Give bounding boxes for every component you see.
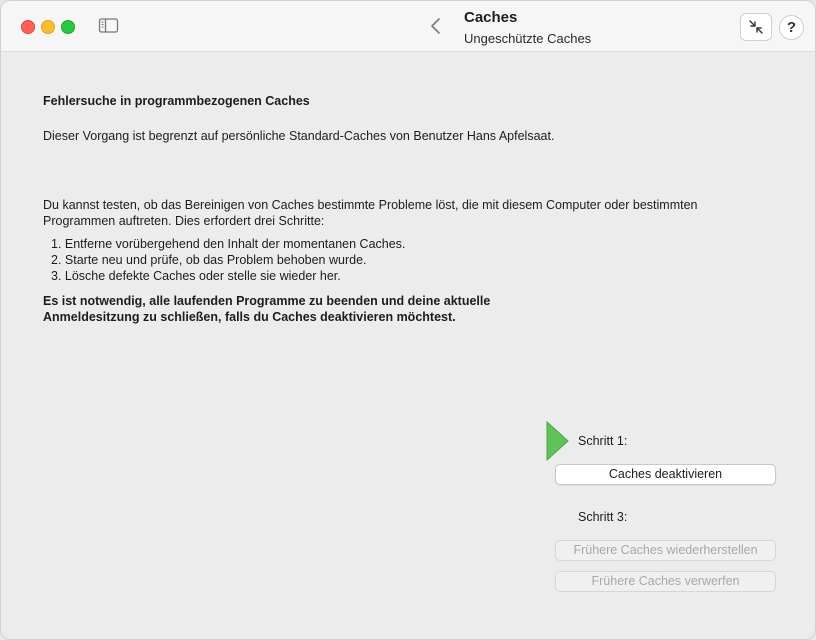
app-window: Caches Ungeschützte Caches ? Fehlersuche… xyxy=(0,0,816,640)
scope-text: Dieser Vorgang ist begrenzt auf persönli… xyxy=(43,129,555,143)
intro-text: Du kannst testen, ob das Bereinigen von … xyxy=(43,198,698,228)
window-title: Caches xyxy=(464,9,518,26)
section-heading: Fehlersuche in programmbezogenen Caches xyxy=(43,94,310,108)
zoom-window-button[interactable] xyxy=(61,20,75,34)
window-subtitle: Ungeschützte Caches xyxy=(464,31,592,46)
step1-label: Schritt 1: xyxy=(578,434,628,448)
close-window-button[interactable] xyxy=(21,20,35,34)
titlebar: Caches Ungeschützte Caches ? xyxy=(1,1,815,52)
back-button[interactable] xyxy=(425,15,447,37)
step3-label: Schritt 3: xyxy=(578,510,628,524)
sidebar-toggle-icon[interactable] xyxy=(98,17,120,35)
warning-text: Es ist notwendig, alle laufenden Program… xyxy=(43,294,491,324)
help-button[interactable]: ? xyxy=(779,15,804,40)
restore-caches-button: Frühere Caches wiederherstellen xyxy=(555,540,776,561)
minimize-window-button[interactable] xyxy=(41,20,55,34)
steps-list: 1. Entferne vorübergehend den Inhalt der… xyxy=(51,236,405,284)
play-arrow-icon xyxy=(546,420,570,466)
collapse-button[interactable] xyxy=(740,13,772,41)
deactivate-caches-button[interactable]: Caches deaktivieren xyxy=(555,464,776,485)
list-item: 1. Entferne vorübergehend den Inhalt der… xyxy=(51,237,406,251)
discard-caches-button: Frühere Caches verwerfen xyxy=(555,571,776,592)
list-item: 3. Lösche defekte Caches oder stelle sie… xyxy=(51,269,341,283)
collapse-arrows-icon xyxy=(749,20,763,34)
chevron-left-icon xyxy=(431,18,440,34)
list-item: 2. Starte neu und prüfe, ob das Problem … xyxy=(51,253,367,267)
